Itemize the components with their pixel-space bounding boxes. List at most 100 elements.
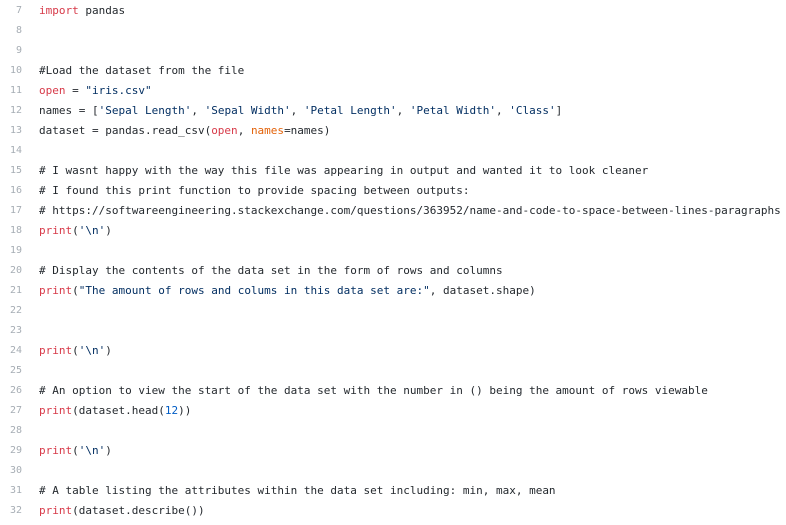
code-token: print (39, 224, 73, 237)
line-content: # Display the contents of the data set i… (39, 261, 503, 281)
code-line[interactable]: 18 print('\n') (0, 221, 786, 241)
code-token: # https://softwareengineering.stackexcha… (39, 204, 781, 217)
line-content: dataset = pandas.read_csv(open, names=na… (39, 121, 330, 141)
code-token: ) (105, 344, 112, 357)
code-token: , dataset.shape) (429, 284, 536, 297)
code-token: ) (105, 224, 112, 237)
line-content: # I found this print function to provide… (39, 181, 469, 201)
line-content: print('\n') (39, 341, 112, 361)
line-content: # https://softwareengineering.stackexcha… (39, 201, 781, 221)
code-token: , (290, 104, 304, 117)
code-line[interactable]: 25 (0, 361, 786, 381)
code-token: )) (178, 404, 192, 417)
code-token: ( (72, 444, 79, 457)
code-token: print (39, 284, 73, 297)
line-content: print(dataset.describe()) (39, 501, 205, 521)
code-token: ( (72, 344, 79, 357)
code-token: ( (72, 224, 79, 237)
line-number: 15 (9, 165, 22, 176)
line-number: 18 (9, 225, 22, 236)
line-content: print("The amount of rows and colums in … (39, 281, 536, 301)
line-number: 31 (9, 485, 22, 496)
line-number: 29 (9, 445, 22, 456)
code-token: import (39, 4, 79, 17)
code-token: open (211, 124, 238, 137)
line-number: 8 (15, 25, 22, 36)
code-line[interactable]: 30 (0, 461, 786, 481)
line-number: 17 (9, 205, 22, 216)
code-line[interactable]: 27 print(dataset.head(12)) (0, 401, 786, 421)
line-content: print(dataset.head(12)) (39, 401, 191, 421)
code-line[interactable]: 15 # I wasnt happy with the way this file… (0, 161, 786, 181)
code-token: 'Petal Length' (303, 104, 397, 117)
line-content: # A table listing the attributes within … (39, 481, 556, 501)
code-token: names = [ (39, 104, 99, 117)
code-token: # Display the contents of the data set i… (39, 264, 503, 277)
line-number: 30 (9, 465, 22, 476)
code-line[interactable]: 22 (0, 301, 786, 321)
line-number: 21 (9, 285, 22, 296)
line-number: 26 (9, 385, 22, 396)
code-token: # I found this print function to provide… (39, 184, 470, 197)
code-line[interactable]: 24 print('\n') (0, 341, 786, 361)
code-line[interactable]: 31 # A table listing the attributes withi… (0, 481, 786, 501)
code-line[interactable]: 20 # Display the contents of the data set… (0, 261, 786, 281)
code-token: # I wasnt happy with the way this file w… (39, 164, 649, 177)
code-line[interactable]: 10 #Load the dataset from the file (0, 61, 786, 81)
line-number: 12 (9, 105, 22, 116)
code-token: (dataset.describe()) (72, 504, 205, 517)
line-number: 27 (9, 405, 22, 416)
line-number: 20 (9, 265, 22, 276)
code-line[interactable]: 21 print("The amount of rows and colums i… (0, 281, 786, 301)
code-token: , (191, 104, 205, 117)
code-line[interactable]: 13 dataset = pandas.read_csv(open, names=… (0, 121, 786, 141)
code-token: print (39, 444, 73, 457)
code-line[interactable]: 26 # An option to view the start of the d… (0, 381, 786, 401)
code-token: ] (555, 104, 563, 117)
line-number: 24 (9, 345, 22, 356)
line-number: 13 (9, 125, 22, 136)
code-token: '\n' (78, 224, 106, 237)
line-number: 10 (9, 65, 22, 76)
line-number: 23 (9, 325, 22, 336)
line-content: print('\n') (39, 441, 112, 461)
line-content: # An option to view the start of the dat… (39, 381, 708, 401)
code-line[interactable]: 19 (0, 241, 786, 261)
code-line[interactable]: 12 names = ['Sepal Length', 'Sepal Width'… (0, 101, 786, 121)
code-line[interactable]: 14 (0, 141, 786, 161)
code-token: 'Sepal Length' (98, 104, 192, 117)
line-content: print('\n') (39, 221, 112, 241)
line-content: open = "iris.csv" (39, 81, 152, 101)
code-token: (dataset.head( (72, 404, 165, 417)
code-line[interactable]: 17 # https://softwareengineering.stackexc… (0, 201, 786, 221)
code-token: 12 (164, 404, 179, 417)
code-token: 'Sepal Width' (204, 104, 291, 117)
code-token: # A table listing the attributes within … (39, 484, 556, 497)
code-line[interactable]: 23 (0, 321, 786, 341)
code-token: '\n' (78, 444, 106, 457)
code-token: print (39, 404, 73, 417)
code-line[interactable]: 29 print('\n') (0, 441, 786, 461)
code-token: = (65, 84, 86, 97)
line-content: # I wasnt happy with the way this file w… (39, 161, 648, 181)
code-line[interactable]: 11 open = "iris.csv" (0, 81, 786, 101)
code-token: "The amount of rows and colums in this d… (78, 284, 430, 297)
line-number: 11 (9, 85, 22, 96)
line-number: 9 (15, 45, 22, 56)
line-number: 25 (9, 365, 22, 376)
code-line[interactable]: 32 print(dataset.describe()) (0, 501, 786, 521)
line-number: 19 (9, 245, 22, 256)
code-token: names (250, 124, 285, 137)
code-token: =names) (284, 124, 331, 137)
code-line[interactable]: 16 # I found this print function to provi… (0, 181, 786, 201)
code-line[interactable]: 9 (0, 41, 786, 61)
code-token: , (495, 104, 510, 117)
code-token: open (39, 84, 66, 97)
line-number: 22 (9, 305, 22, 316)
code-line[interactable]: 7 import pandas (0, 1, 786, 21)
code-line[interactable]: 28 (0, 421, 786, 441)
code-token: 'Petal Width' (409, 104, 496, 117)
code-line[interactable]: 8 (0, 21, 786, 41)
code-view[interactable]: 7 import pandas 8 9 10 #Load the dataset from… (0, 0, 786, 525)
code-token: ) (105, 444, 112, 457)
